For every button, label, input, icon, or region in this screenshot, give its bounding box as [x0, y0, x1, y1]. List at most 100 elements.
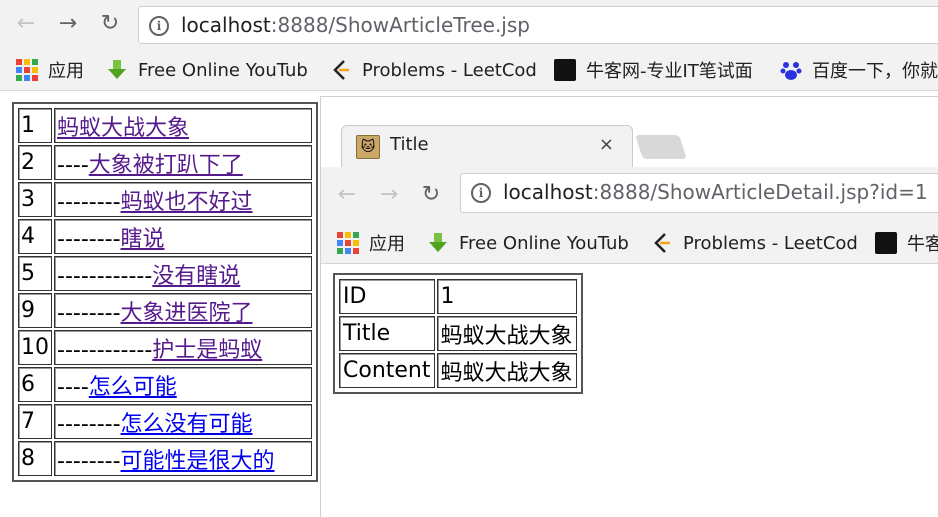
article-title-cell: ------------没有瞎说 — [54, 256, 312, 291]
tree-row: 9 --------大象进医院了 — [18, 293, 312, 328]
detail-key-cell: ID — [339, 279, 435, 314]
bookmark-leetcode[interactable]: Problems - LeetCod — [651, 231, 857, 255]
article-link[interactable]: 没有瞎说 — [152, 264, 240, 289]
tab-title-label: Title — [390, 134, 429, 155]
detail-value-cell: 蚂蚁大战大象 — [436, 316, 577, 351]
indent-dashes: -------- — [57, 448, 121, 474]
article-title-cell: --------蚂蚁也不好过 — [54, 182, 312, 217]
back-arrow-icon[interactable]: ← — [333, 181, 361, 209]
tree-row: 3 --------蚂蚁也不好过 — [18, 182, 312, 217]
bookmark-apps[interactable]: 应用 — [16, 58, 84, 82]
nowcoder-icon — [554, 59, 576, 81]
leetcode-icon — [330, 59, 352, 81]
detail-browser-window: 🐱 Title × ← → ↻ i localhost:8888/ShowArt… — [320, 96, 938, 517]
indent-dashes: -------- — [57, 226, 121, 252]
outer-bookmarks-bar: 应用 Free Online YouTub Problems - LeetCod… — [0, 50, 938, 91]
article-id-cell: 6 — [18, 367, 52, 402]
apps-grid-icon — [16, 59, 38, 81]
info-icon[interactable]: i — [149, 16, 169, 36]
article-link[interactable]: 大象被打趴下了 — [89, 153, 243, 178]
indent-dashes: ---- — [57, 152, 89, 178]
article-title-cell: ----怎么可能 — [54, 367, 312, 402]
info-icon[interactable]: i — [471, 183, 491, 203]
detail-key-cell: Content — [339, 353, 435, 388]
tab-strip: 🐱 Title × — [321, 97, 938, 168]
tree-row: 8 --------可能性是很大的 — [18, 441, 312, 476]
article-id-cell: 9 — [18, 293, 52, 328]
forward-arrow-icon[interactable]: → — [375, 181, 403, 209]
article-link[interactable]: 蚂蚁也不好过 — [121, 190, 253, 215]
detail-row: Content 蚂蚁大战大象 — [339, 353, 577, 388]
download-arrow-icon — [106, 59, 128, 81]
article-title-cell: ------------护士是蚂蚁 — [54, 330, 312, 365]
article-title-cell: --------瞎说 — [54, 219, 312, 254]
tree-row: 7 --------怎么没有可能 — [18, 404, 312, 439]
new-tab-button[interactable] — [635, 135, 687, 159]
article-link[interactable]: 可能性是很大的 — [121, 449, 275, 474]
article-tree-table: 1 蚂蚁大战大象 2 ----大象被打趴下了 3 --------蚂蚁也不好过 4 -----… — [12, 102, 318, 482]
tree-row: 2 ----大象被打趴下了 — [18, 145, 312, 180]
indent-dashes: -------- — [57, 411, 121, 437]
detail-row: ID 1 — [339, 279, 577, 314]
article-title-cell: ----大象被打趴下了 — [54, 145, 312, 180]
detail-row: Title 蚂蚁大战大象 — [339, 316, 577, 351]
apps-grid-icon — [337, 232, 359, 254]
detail-value-cell: 1 — [436, 279, 577, 314]
tree-row: 6 ----怎么可能 — [18, 367, 312, 402]
inner-address-row: ← → ↻ i localhost:8888/ShowArticleDetail… — [321, 167, 938, 223]
article-id-cell: 8 — [18, 441, 52, 476]
outer-address-row: ← → ↻ i localhost:8888/ShowArticleTree.j… — [0, 0, 938, 50]
article-title-cell: --------大象进医院了 — [54, 293, 312, 328]
baidu-paw-icon — [780, 59, 802, 81]
article-detail-table: ID 1 Title 蚂蚁大战大象 Content 蚂蚁大战大象 — [333, 273, 583, 394]
back-arrow-icon[interactable]: ← — [12, 10, 40, 38]
article-id-cell: 1 — [18, 108, 52, 143]
reload-icon[interactable]: ↻ — [96, 10, 124, 38]
close-icon[interactable]: × — [599, 134, 614, 155]
article-id-cell: 3 — [18, 182, 52, 217]
bookmark-youtube-downloader[interactable]: Free Online YouTub — [106, 58, 311, 82]
tree-row: 10 ------------护士是蚂蚁 — [18, 330, 312, 365]
article-link[interactable]: 瞎说 — [121, 227, 165, 252]
nowcoder-icon — [875, 232, 897, 254]
tree-row: 1 蚂蚁大战大象 — [18, 108, 312, 143]
article-link[interactable]: 蚂蚁大战大象 — [57, 116, 189, 141]
reload-icon[interactable]: ↻ — [417, 181, 445, 209]
indent-dashes: ---- — [57, 374, 89, 400]
tomcat-favicon-icon: 🐱 — [356, 135, 380, 159]
leetcode-icon — [651, 232, 673, 254]
article-title-cell: 蚂蚁大战大象 — [54, 108, 312, 143]
bookmark-leetcode[interactable]: Problems - LeetCod — [330, 58, 536, 82]
bookmark-baidu[interactable]: 百度一下，你就 — [780, 58, 938, 82]
article-link[interactable]: 怎么可能 — [89, 375, 177, 400]
bookmark-apps[interactable]: 应用 — [337, 231, 405, 255]
article-link[interactable]: 怎么没有可能 — [121, 412, 253, 437]
forward-arrow-icon[interactable]: → — [54, 10, 82, 38]
article-id-cell: 2 — [18, 145, 52, 180]
detail-key-cell: Title — [339, 316, 435, 351]
inner-url-text[interactable]: localhost:8888/ShowArticleDetail.jsp?id=… — [503, 180, 928, 204]
article-title-cell: --------可能性是很大的 — [54, 441, 312, 476]
article-id-cell: 10 — [18, 330, 52, 365]
article-id-cell: 4 — [18, 219, 52, 254]
inner-url-bar[interactable]: i localhost:8888/ShowArticleDetail.jsp?i… — [460, 173, 938, 213]
outer-url-bar[interactable]: i localhost:8888/ShowArticleTree.jsp — [138, 6, 938, 44]
article-link[interactable]: 护士是蚂蚁 — [152, 338, 262, 363]
indent-dashes: ------------ — [57, 337, 153, 363]
tree-row: 5 ------------没有瞎说 — [18, 256, 312, 291]
indent-dashes: -------- — [57, 189, 121, 215]
article-id-cell: 5 — [18, 256, 52, 291]
inner-bookmarks-bar: 应用 Free Online YouTub Problems - LeetCod… — [321, 223, 938, 264]
article-id-cell: 7 — [18, 404, 52, 439]
article-link[interactable]: 大象进医院了 — [121, 301, 253, 326]
tree-row: 4 --------瞎说 — [18, 219, 312, 254]
bookmark-nowcoder[interactable]: 牛客 — [875, 231, 938, 255]
article-title-cell: --------怎么没有可能 — [54, 404, 312, 439]
indent-dashes: -------- — [57, 300, 121, 326]
bookmark-youtube-downloader[interactable]: Free Online YouTub — [427, 231, 632, 255]
tab-title[interactable]: 🐱 Title × — [341, 125, 633, 168]
bookmark-nowcoder[interactable]: 牛客网-专业IT笔试面 — [554, 58, 758, 82]
detail-value-cell: 蚂蚁大战大象 — [436, 353, 577, 388]
outer-url-text[interactable]: localhost:8888/ShowArticleTree.jsp — [181, 13, 530, 37]
download-arrow-icon — [427, 232, 449, 254]
